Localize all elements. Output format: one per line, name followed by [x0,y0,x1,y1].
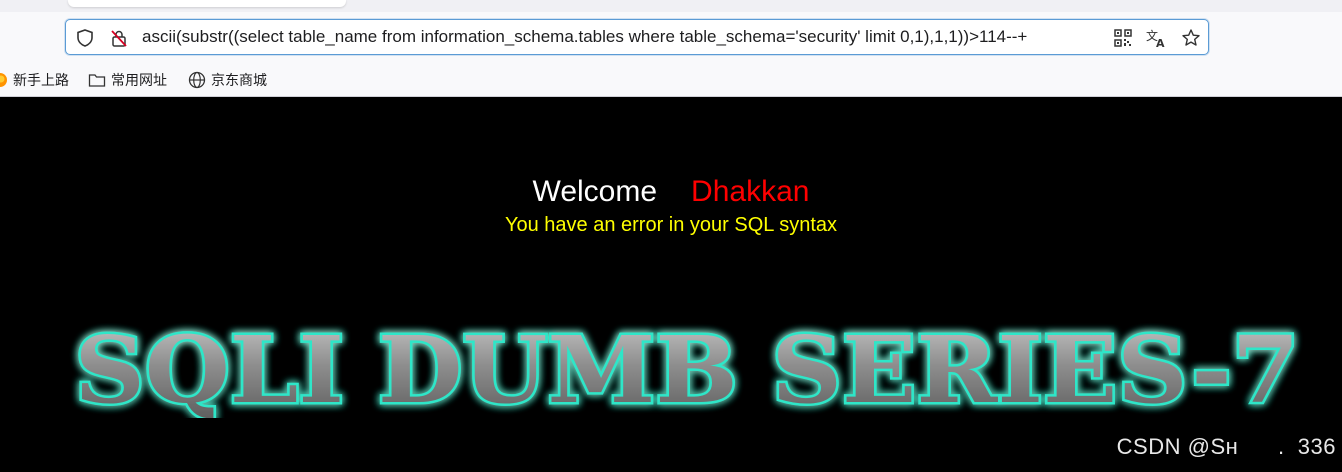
bookmark-label: 京东商城 [211,73,267,89]
shield-icon[interactable] [74,27,96,49]
svg-text:A: A [1156,37,1165,48]
qr-code-icon[interactable] [1112,27,1134,49]
username-text: Dhakkan [691,175,810,208]
firefox-icon [0,73,7,87]
welcome-text: Welcome [532,175,658,208]
bookmarks-toolbar: 新手上路 常用网址 京东商城 [0,66,400,94]
csdn-watermark: CSDN @Sн . 336 [1116,434,1336,459]
error-message: You have an error in your SQL syntax [504,214,838,236]
translate-icon[interactable]: 文A [1146,27,1168,49]
bookmark-item[interactable]: 京东商城 [188,69,267,91]
bookmark-label: 常用网址 [111,73,167,89]
browser-chrome: ascii(substr((select table_name from inf… [0,0,1342,97]
globe-icon [188,71,206,89]
welcome-line: Welcome Dhakkan [0,172,1342,212]
insecure-lock-icon[interactable] [108,27,130,49]
tab-strip [0,0,1342,12]
url-text[interactable]: ascii(substr((select table_name from inf… [142,20,1102,53]
folder-icon [88,74,106,87]
bookmark-label: 新手上路 [13,73,69,89]
chrome-divider [0,96,1342,97]
sqli-banner-logo: SQLI DUMB SERIES-7 [72,318,1302,418]
banner-text: SQLI DUMB SERIES-7 [75,318,1300,418]
bookmark-item[interactable]: 新手上路 [0,69,69,91]
address-bar[interactable]: ascii(substr((select table_name from inf… [65,19,1209,55]
bookmark-star-icon[interactable] [1180,27,1202,49]
active-tab[interactable] [68,0,346,7]
bookmark-folder[interactable]: 常用网址 [88,69,167,91]
